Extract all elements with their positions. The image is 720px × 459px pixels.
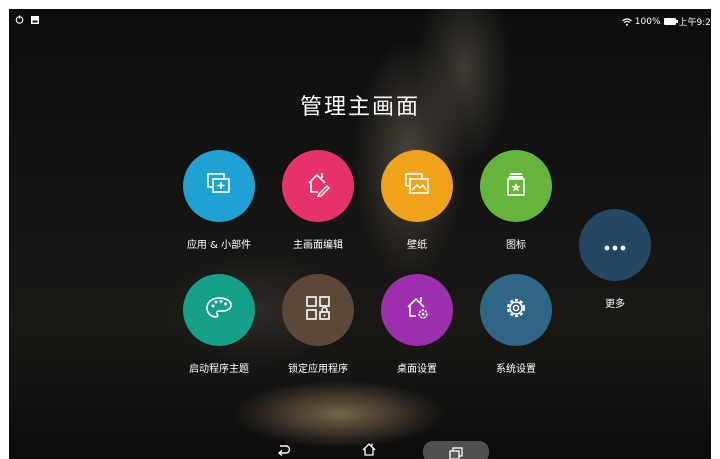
status-bar: 100% 上午9:2 <box>9 9 711 33</box>
tile-more[interactable]: 更多 <box>560 209 670 310</box>
back-icon <box>277 441 291 459</box>
tile-label: 启动程序主题 <box>189 364 249 375</box>
wallpaper-icon <box>404 172 430 200</box>
clock: 上午9:2 <box>678 18 712 28</box>
home-settings-circle[interactable] <box>381 274 453 346</box>
back-button[interactable] <box>264 441 304 459</box>
tile-label: 壁纸 <box>407 240 427 251</box>
tile-system-settings[interactable]: 系统设置 <box>461 274 571 375</box>
launcher-theme-circle[interactable] <box>183 274 255 346</box>
icon-pack-circle[interactable] <box>480 150 552 222</box>
tile-icon-pack[interactable]: 图标 <box>461 150 571 251</box>
tile-label: 更多 <box>605 299 625 310</box>
tile-home-edit[interactable]: 主画面编辑 <box>263 150 373 251</box>
page-title: 管理主画面 <box>299 95 420 120</box>
tile-launcher-theme[interactable]: 启动程序主题 <box>164 274 274 375</box>
home-edit-icon <box>305 171 331 201</box>
tile-label: 图标 <box>506 240 526 251</box>
tile-label: 主画面编辑 <box>293 240 343 251</box>
battery-percent: 100% <box>634 16 661 27</box>
icon-pack-icon <box>505 171 527 201</box>
tile-label: 锁定应用程序 <box>288 364 348 375</box>
home-icon <box>362 441 376 459</box>
more-dots-icon <box>604 236 626 255</box>
tile-widgets[interactable]: 应用 & 小部件 <box>164 150 274 251</box>
more-circle[interactable] <box>579 209 651 281</box>
power-timer-icon <box>15 15 24 24</box>
tile-label: 桌面设置 <box>397 364 437 375</box>
home-manage-screen: 100% 上午9:2 管理主画面 应用 & 小部件 主画面编辑 壁纸 图标 更多… <box>9 9 711 459</box>
widgets-circle[interactable] <box>183 150 255 222</box>
wallpaper-circle[interactable] <box>381 150 453 222</box>
gear-icon <box>503 295 529 325</box>
tile-home-settings[interactable]: 桌面设置 <box>362 274 472 375</box>
widgets-icon <box>206 172 232 200</box>
system-settings-circle[interactable] <box>480 274 552 346</box>
recent-apps-button[interactable] <box>423 441 489 459</box>
navigation-bar <box>9 437 711 459</box>
tile-label: 应用 & 小部件 <box>186 240 252 251</box>
tile-wallpaper[interactable]: 壁纸 <box>362 150 472 251</box>
recent-apps-icon <box>449 445 463 459</box>
image-notification-icon <box>31 15 39 24</box>
tile-app-lock[interactable]: 锁定应用程序 <box>263 274 373 375</box>
app-lock-icon <box>305 295 331 325</box>
home-button[interactable] <box>349 441 389 459</box>
wifi-icon <box>621 17 632 26</box>
palette-icon <box>205 296 233 324</box>
home-edit-circle[interactable] <box>282 150 354 222</box>
app-lock-circle[interactable] <box>282 274 354 346</box>
tile-label: 系统设置 <box>496 364 536 375</box>
home-settings-icon <box>404 295 430 325</box>
battery-icon <box>663 18 678 25</box>
